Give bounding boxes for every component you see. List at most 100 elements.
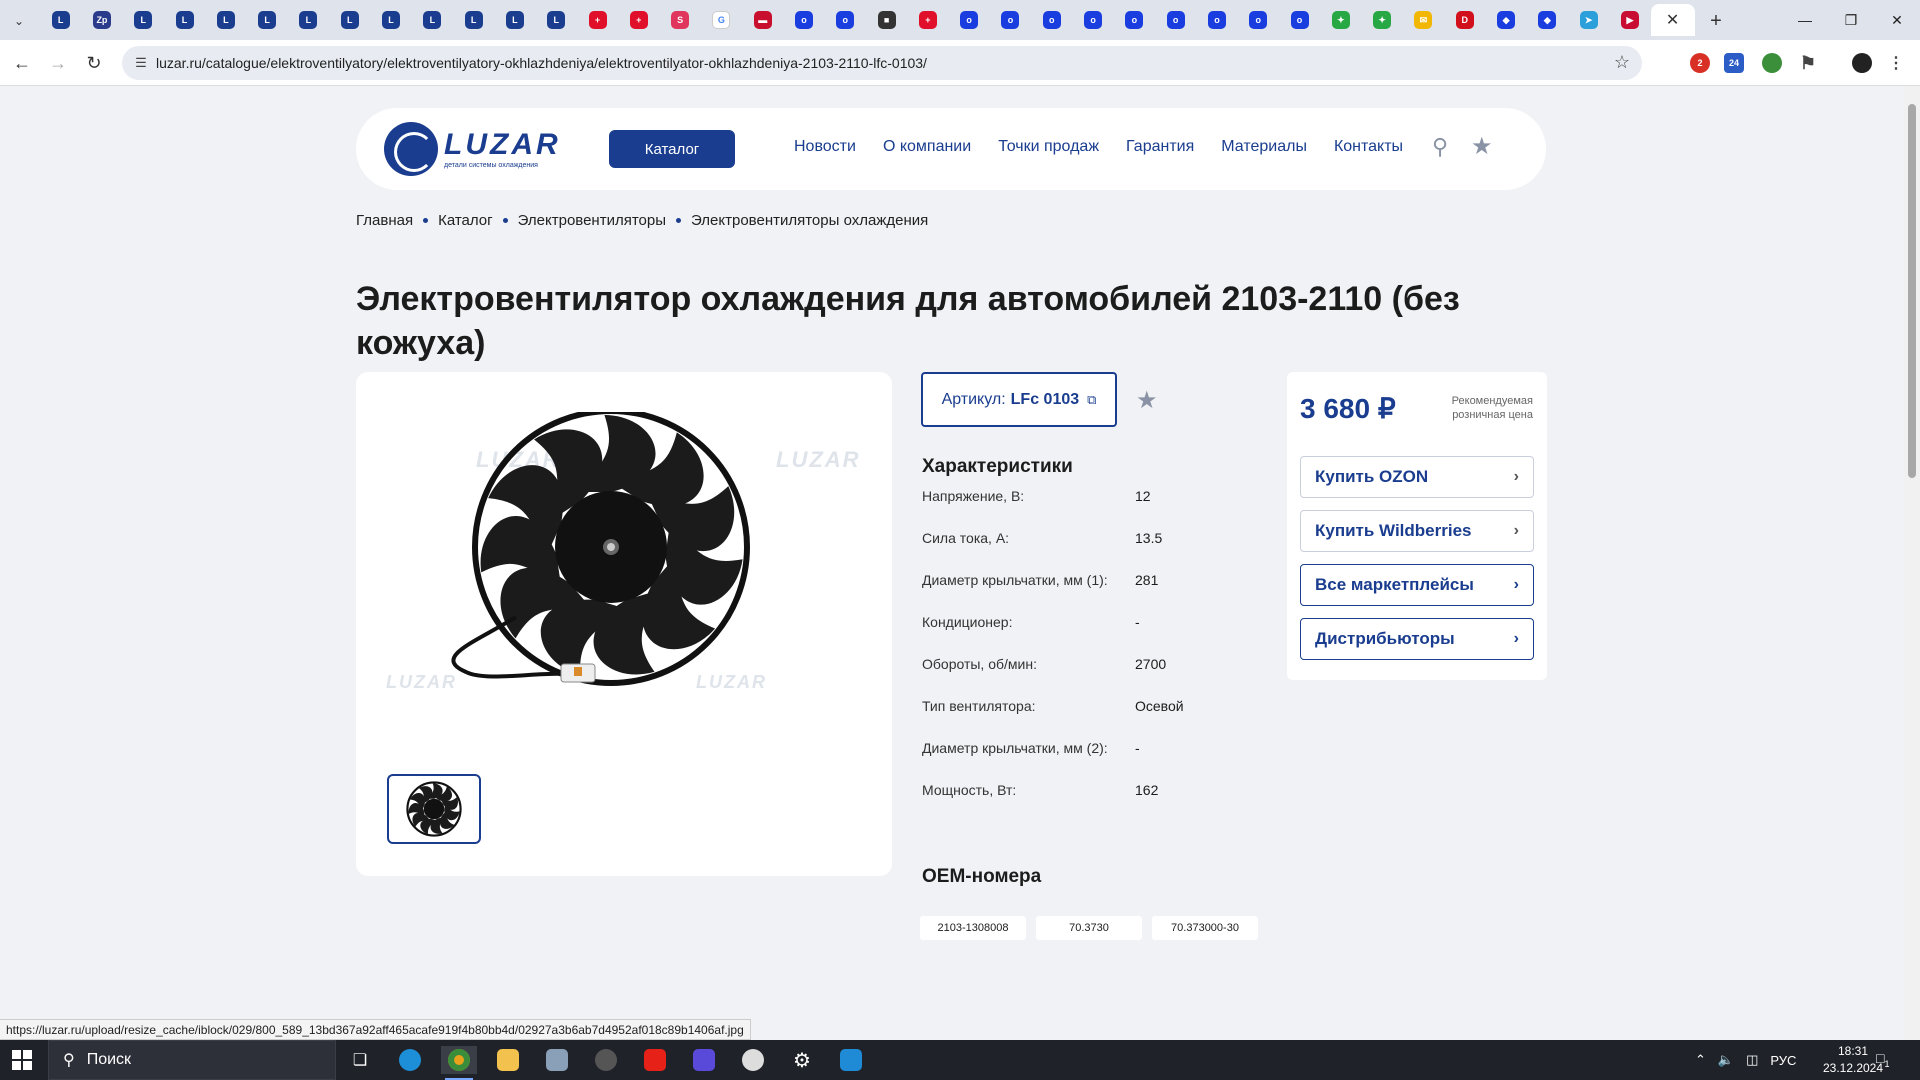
browser-tab[interactable]: ■ (866, 4, 907, 36)
browser-tab[interactable]: L (536, 4, 577, 36)
windows-start-icon[interactable] (12, 1050, 32, 1070)
browser-tab[interactable]: o (949, 4, 990, 36)
breadcrumb-home[interactable]: Главная (356, 212, 413, 229)
browser-tab[interactable]: D (1444, 4, 1485, 36)
catalog-button[interactable]: Каталог (609, 130, 735, 168)
bookmark-star-icon[interactable]: ☆ (1614, 52, 1630, 73)
browser-tab[interactable]: L (164, 4, 205, 36)
new-tab-button[interactable]: + (1704, 9, 1728, 33)
adblock-extension-icon[interactable]: 2 (1690, 53, 1710, 73)
browser-tab[interactable]: o (990, 4, 1031, 36)
browser-tab[interactable]: o (1031, 4, 1072, 36)
browser-tab[interactable]: ◆ (1527, 4, 1568, 36)
browser-tab[interactable]: o (1114, 4, 1155, 36)
distributors-button[interactable]: Дистрибьюторы › (1300, 618, 1534, 660)
browser-tab[interactable]: o (783, 4, 824, 36)
minimize-button[interactable]: — (1782, 8, 1828, 32)
file-explorer-icon[interactable] (490, 1046, 526, 1074)
nav-stores[interactable]: Точки продаж (998, 138, 1099, 156)
network-icon[interactable]: ◫ (1746, 1052, 1758, 1068)
all-marketplaces-button[interactable]: Все маркетплейсы › (1300, 564, 1534, 606)
volume-icon[interactable]: 🔈 (1718, 1052, 1734, 1068)
calculator-icon[interactable] (539, 1046, 575, 1074)
nav-about[interactable]: О компании (883, 138, 971, 156)
settings-gear-icon[interactable]: ⚙ (784, 1046, 820, 1074)
puzzle-extensions-icon[interactable]: ⚑ (1798, 53, 1818, 73)
globe-extension-icon[interactable] (1762, 53, 1782, 73)
media-player-icon[interactable] (588, 1046, 624, 1074)
browser-tab[interactable]: L (494, 4, 535, 36)
nav-warranty[interactable]: Гарантия (1126, 138, 1194, 156)
browser-tab[interactable]: L (123, 4, 164, 36)
buy-ozon-button[interactable]: Купить OZON › (1300, 456, 1534, 498)
luzar-logo[interactable]: LUZAR детали системы охлаждения (384, 120, 584, 178)
nav-news[interactable]: Новости (794, 138, 856, 156)
tab-search-chevron-icon[interactable]: ⌄ (8, 10, 30, 32)
language-indicator[interactable]: РУС (1770, 1053, 1796, 1068)
sku-copy-button[interactable]: Артикул: LFc 0103 ⧉ (921, 372, 1117, 427)
restore-button[interactable]: ❐ (1828, 8, 1874, 32)
taskbar-search[interactable]: ⚲ Поиск (48, 1040, 336, 1080)
address-bar[interactable]: ☰ luzar.ru/catalogue/elektroventilyatory… (122, 46, 1642, 80)
app-icon[interactable] (735, 1046, 771, 1074)
browser-tab[interactable]: L (40, 4, 81, 36)
browser-tab[interactable]: L (246, 4, 287, 36)
profile-avatar[interactable] (1852, 53, 1872, 73)
browser-tab[interactable]: ➤ (1568, 4, 1609, 36)
browser-tab[interactable]: ✦ (1320, 4, 1361, 36)
browser-tab[interactable]: Zp (81, 4, 122, 36)
browser-tab[interactable]: L (370, 4, 411, 36)
browser-tab[interactable]: L (453, 4, 494, 36)
browser-tab[interactable]: + (618, 4, 659, 36)
browser-tab[interactable]: S (659, 4, 700, 36)
browser-tab[interactable]: ◆ (1485, 4, 1526, 36)
browser-tab[interactable]: ▶ (1609, 4, 1650, 36)
oem-chip[interactable]: 70.373000-30 (1152, 916, 1258, 940)
gallery-thumbnail[interactable] (387, 774, 481, 844)
browser-tab[interactable]: ✉ (1403, 4, 1444, 36)
browser-tab[interactable]: L (205, 4, 246, 36)
task-view-icon[interactable]: ❏ (342, 1046, 378, 1074)
back-button[interactable]: ← (10, 51, 34, 75)
browser-tab[interactable]: o (1196, 4, 1237, 36)
browser-tab[interactable]: o (1279, 4, 1320, 36)
breadcrumb-catalog[interactable]: Каталог (438, 212, 493, 229)
edge-icon[interactable] (392, 1046, 428, 1074)
notifications-icon[interactable]: □1 (1876, 1050, 1896, 1070)
youtube-icon[interactable] (637, 1046, 673, 1074)
tray-chevron-icon[interactable]: ⌃ (1695, 1052, 1706, 1068)
browser-tab[interactable]: o (1155, 4, 1196, 36)
breadcrumb-fans[interactable]: Электровентиляторы (518, 212, 666, 229)
extension-24-icon[interactable]: 24 (1724, 53, 1744, 73)
browser-tab[interactable]: + (577, 4, 618, 36)
browser-tab[interactable]: ▬ (742, 4, 783, 36)
site-info-icon[interactable]: ☰ (132, 54, 150, 72)
oem-chip[interactable]: 70.3730 (1036, 916, 1142, 940)
close-tab-icon[interactable]: ✕ (1666, 10, 1679, 30)
browser-menu-icon[interactable]: ⋮ (1886, 53, 1906, 73)
nav-materials[interactable]: Материалы (1221, 138, 1307, 156)
fan-product-image[interactable] (386, 412, 796, 702)
add-to-favorites-star-icon[interactable]: ★ (1136, 386, 1158, 415)
nav-contacts[interactable]: Контакты (1334, 138, 1403, 156)
search-icon[interactable]: ⚲ (1432, 134, 1448, 160)
breadcrumb-cooling-fans[interactable]: Электровентиляторы охлаждения (691, 212, 928, 229)
buy-wildberries-button[interactable]: Купить Wildberries › (1300, 510, 1534, 552)
browser-tab[interactable]: o (1072, 4, 1113, 36)
url-text[interactable]: luzar.ru/catalogue/elektroventilyatory/e… (156, 55, 927, 71)
forward-button[interactable]: → (46, 51, 70, 75)
browser-tab[interactable]: o (1238, 4, 1279, 36)
browser-tab[interactable]: L (412, 4, 453, 36)
scroll-thumb[interactable] (1908, 104, 1916, 478)
browser-tab[interactable]: G (701, 4, 742, 36)
page-scrollbar[interactable] (1904, 86, 1920, 1040)
chrome-icon[interactable] (441, 1046, 477, 1080)
browser-tab[interactable]: L (329, 4, 370, 36)
browser-tab[interactable]: + (907, 4, 948, 36)
browser-tab[interactable]: ✦ (1362, 4, 1403, 36)
reload-button[interactable]: ↻ (82, 51, 106, 75)
active-tab[interactable]: ✕ (1650, 4, 1695, 36)
close-window-button[interactable]: ✕ (1874, 8, 1920, 32)
oem-chip[interactable]: 2103-1308008 (920, 916, 1026, 940)
app-icon[interactable] (833, 1046, 869, 1074)
